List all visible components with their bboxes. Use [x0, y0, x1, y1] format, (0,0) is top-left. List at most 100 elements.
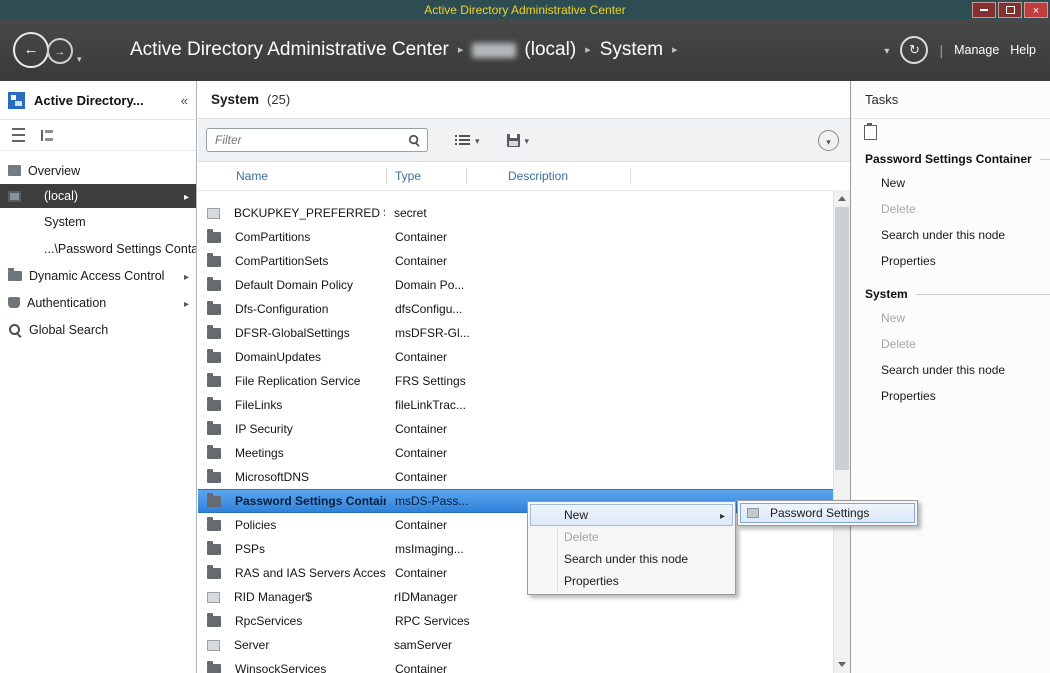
table-row[interactable]: RID Manager$ rIDManager [198, 585, 833, 609]
sidebar-item-overview[interactable]: Overview [0, 157, 196, 184]
refresh-icon [909, 41, 920, 59]
sidebar-header: Active Directory... « [0, 81, 196, 120]
row-type: Container [386, 350, 505, 364]
chevron-right-icon [184, 189, 189, 203]
scroll-up-button[interactable] [834, 190, 850, 207]
row-name: MicrosoftDNS [235, 470, 386, 484]
table-row[interactable]: DFSR-GlobalSettings msDFSR-Gl... [198, 321, 833, 345]
row-name: DomainUpdates [235, 350, 386, 364]
manage-menu[interactable]: Manage [954, 43, 999, 57]
adac-window: Active Directory Administrative Center A… [0, 0, 1050, 673]
column-header-name[interactable]: Name [198, 169, 386, 183]
table-row[interactable]: ComPartitions Container [198, 225, 833, 249]
column-header-type[interactable]: Type [386, 169, 498, 183]
table-row[interactable]: PSPs msImaging... [198, 537, 833, 561]
tasks-toolbar [851, 119, 1050, 146]
folder-icon [8, 271, 22, 281]
table-row[interactable]: WinsockServices Container [198, 657, 833, 673]
breadcrumb-system[interactable]: System [600, 39, 663, 61]
scroll-down-button[interactable] [834, 656, 850, 673]
row-name: Default Domain Policy [235, 278, 386, 292]
sidebar-item-dynamic-access-control[interactable]: Dynamic Access Control [0, 262, 196, 289]
close-button[interactable] [1024, 2, 1048, 18]
sidebar-item-authentication[interactable]: Authentication [0, 289, 196, 316]
table-row[interactable]: Dfs-Configuration dfsConfigu... [198, 297, 833, 321]
save-query-button[interactable] [507, 131, 530, 149]
collapse-pane-button[interactable]: « [181, 93, 188, 108]
sidebar-item-system[interactable]: System [0, 208, 196, 235]
row-type: RPC Services [386, 614, 505, 628]
table-row[interactable]: MicrosoftDNS Container [198, 465, 833, 489]
task-link-password-settings-container-properties[interactable]: Properties [851, 248, 1050, 274]
display-options-button[interactable] [455, 131, 480, 149]
sidebar-item-local[interactable]: (local) [0, 184, 196, 208]
clipboard-icon[interactable] [864, 125, 877, 140]
sidebar-item-password-settings-contai[interactable]: ...\Password Settings Contai... [0, 235, 196, 262]
row-name: ComPartitions [235, 230, 386, 244]
password-settings-icon [747, 508, 759, 518]
row-name: Meetings [235, 446, 386, 460]
column-header-description[interactable]: Description [498, 169, 568, 183]
task-link-system-delete: Delete [851, 331, 1050, 357]
table-row[interactable]: Meetings Container [198, 441, 833, 465]
sidebar-item-label: Overview [28, 164, 80, 178]
breadcrumb-domain-segment[interactable]: (local) [472, 39, 576, 61]
column-divider [630, 168, 631, 184]
sidebar-title: Active Directory... [34, 93, 181, 108]
forward-button[interactable] [47, 38, 73, 64]
minimize-button[interactable] [972, 2, 996, 18]
filter-field[interactable] [206, 128, 428, 152]
table-row[interactable]: RpcServices RPC Services [198, 609, 833, 633]
table-row[interactable]: Server samServer [198, 633, 833, 657]
tasks-section-header: Password Settings Container [865, 152, 1032, 166]
table-row[interactable]: IP Security Container [198, 417, 833, 441]
refresh-button[interactable] [900, 36, 928, 64]
context-menu-items: New Delete Search under this node Proper… [530, 504, 733, 592]
filter-input[interactable] [213, 132, 407, 148]
context-menu-item-search-under-this-node[interactable]: Search under this node [530, 548, 733, 570]
column-divider [386, 168, 387, 184]
row-name: Dfs-Configuration [235, 302, 386, 316]
folder-icon [207, 616, 221, 627]
folder-icon [207, 472, 221, 483]
task-link-system-properties[interactable]: Properties [851, 383, 1050, 409]
restore-button[interactable] [998, 2, 1022, 18]
expand-preview-button[interactable] [818, 130, 839, 151]
tasks-section-header: System [865, 287, 908, 301]
sidebar-item-label: ...\Password Settings Contai... [44, 242, 196, 256]
breadcrumb-dropdown-icon[interactable] [884, 41, 889, 59]
vertical-scrollbar[interactable] [833, 190, 850, 673]
table-row[interactable]: BCKUPKEY_PREFERRED Se... secret [198, 201, 833, 225]
scrollbar-thumb[interactable] [835, 207, 849, 470]
overview-icon [8, 165, 21, 176]
task-link-password-settings-container-search-under-this-node[interactable]: Search under this node [851, 222, 1050, 248]
help-menu[interactable]: Help [1010, 43, 1036, 57]
tree-view-icon[interactable] [41, 130, 55, 141]
table-row[interactable]: DomainUpdates Container [198, 345, 833, 369]
table-row[interactable]: ComPartitionSets Container [198, 249, 833, 273]
row-type: secret [385, 206, 504, 220]
redacted-domain-name [472, 43, 516, 58]
tasks-header: Tasks [851, 81, 1050, 119]
task-link-password-settings-container-new[interactable]: New [851, 170, 1050, 196]
breadcrumb-root[interactable]: Active Directory Administrative Center [130, 39, 449, 61]
folder-icon [207, 496, 221, 507]
table-row[interactable]: Default Domain Policy Domain Po... [198, 273, 833, 297]
forward-icon [55, 42, 66, 60]
table-row[interactable]: RAS and IAS Servers Acces... Container [198, 561, 833, 585]
back-button[interactable] [13, 32, 49, 68]
table-row[interactable]: File Replication Service FRS Settings [198, 369, 833, 393]
context-menu-item-new[interactable]: New [530, 504, 733, 526]
section-divider [1040, 159, 1050, 160]
sidebar-item-global-search[interactable]: Global Search [0, 316, 196, 343]
submenu-arrow-icon [720, 508, 725, 522]
submenu-item-password-settings[interactable]: Password Settings [740, 503, 915, 523]
task-link-system-search-under-this-node[interactable]: Search under this node [851, 357, 1050, 383]
list-view-icon[interactable] [12, 128, 25, 142]
nav-history-dropdown-icon[interactable] [77, 49, 82, 67]
table-row[interactable]: FileLinks fileLinkTrac... [198, 393, 833, 417]
folder-icon [207, 568, 221, 579]
row-type: msDS-Pass... [386, 494, 505, 508]
row-type: Container [386, 518, 505, 532]
context-menu-item-properties[interactable]: Properties [530, 570, 733, 592]
